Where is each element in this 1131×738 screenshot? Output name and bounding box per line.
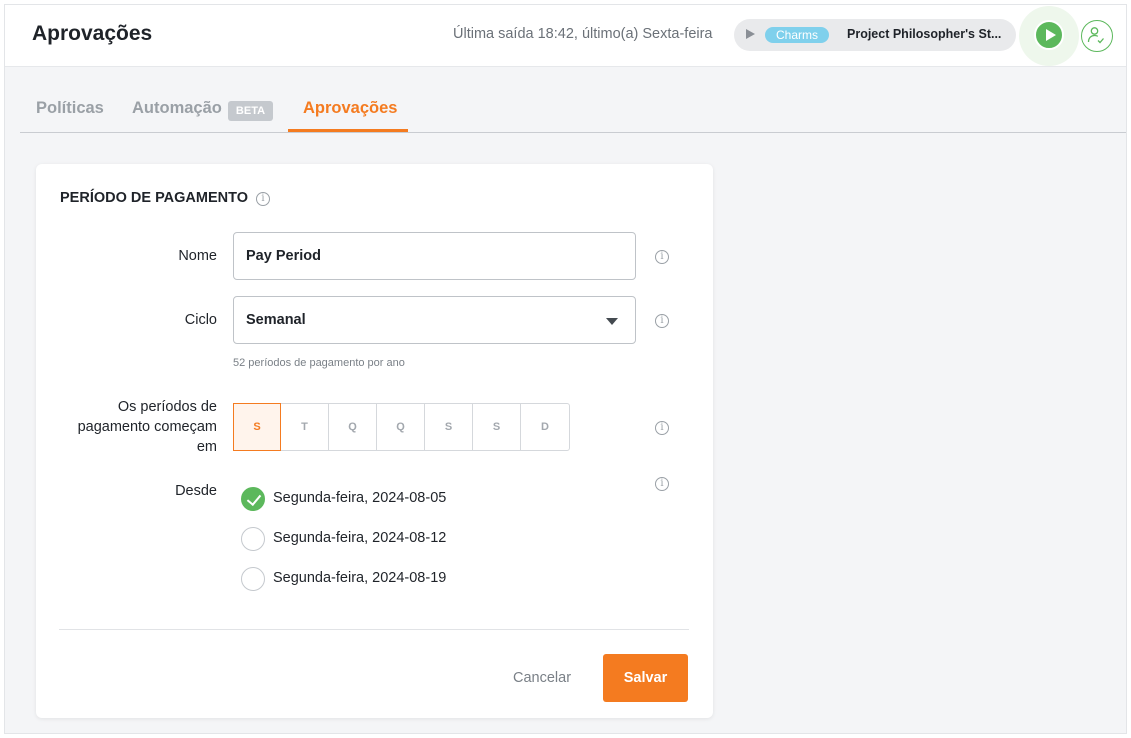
app-frame: Aprovações Última saída 18:42, último(a)… — [4, 4, 1127, 734]
save-button[interactable]: Salvar — [603, 654, 688, 702]
top-bar: Aprovações Última saída 18:42, último(a)… — [5, 5, 1126, 67]
user-check-icon-svg — [1087, 27, 1104, 44]
tab-bar: Políticas Automação BETA Aprovações — [20, 67, 1126, 133]
start-timer-button[interactable] — [1034, 20, 1064, 50]
weekday-option[interactable]: Q — [377, 404, 425, 450]
pay-period-card: PERÍODO DE PAGAMENTO i Nome Pay Period i… — [36, 164, 713, 718]
info-icon[interactable]: i — [655, 250, 669, 264]
radio-checked-icon[interactable] — [241, 487, 265, 511]
since-option-label: Segunda-feira, 2024-08-12 — [273, 530, 447, 546]
name-input[interactable]: Pay Period — [233, 232, 636, 280]
tab-politicas[interactable]: Políticas — [36, 99, 104, 118]
cycle-label: Ciclo — [184, 312, 217, 328]
weekday-option[interactable]: S — [425, 404, 473, 450]
timer-tag: Charms — [765, 27, 830, 43]
weekday-option[interactable]: S — [233, 403, 281, 451]
cycle-selected-value: Semanal — [246, 312, 306, 328]
weekday-option[interactable]: Q — [329, 404, 377, 450]
weekday-option[interactable]: T — [281, 404, 329, 450]
weekday-option[interactable]: D — [521, 404, 569, 450]
radio-unchecked-icon[interactable] — [241, 527, 265, 551]
info-icon[interactable]: i — [655, 314, 669, 328]
user-check-icon[interactable] — [1081, 20, 1113, 52]
cycle-select[interactable]: Semanal — [233, 296, 636, 344]
play-icon[interactable] — [746, 29, 755, 39]
start-day-label: Os períodos de pagamento começam em — [77, 399, 217, 455]
cancel-button[interactable]: Cancelar — [513, 670, 571, 686]
info-icon[interactable]: i — [655, 477, 669, 491]
info-icon[interactable]: i — [256, 192, 270, 206]
footer-divider — [59, 629, 689, 630]
tab-automacao[interactable]: Automação — [132, 99, 222, 118]
section-title: PERÍODO DE PAGAMENTO — [60, 190, 248, 206]
timer-project: Project Philosopher's St... — [847, 27, 1002, 41]
info-icon[interactable]: i — [655, 421, 669, 435]
active-tab-indicator — [288, 129, 408, 132]
beta-badge: BETA — [228, 101, 273, 121]
last-exit-status: Última saída 18:42, último(a) Sexta-feir… — [453, 26, 713, 42]
page-title: Aprovações — [32, 22, 153, 45]
weekday-selector: S T Q Q S S D — [233, 403, 570, 451]
radio-unchecked-icon[interactable] — [241, 567, 265, 591]
timer-widget[interactable]: Charms Project Philosopher's St... — [734, 19, 1016, 51]
name-label: Nome — [178, 248, 217, 264]
tab-aprovacoes[interactable]: Aprovações — [303, 99, 397, 118]
cycle-helper-text: 52 períodos de pagamento por ano — [233, 357, 405, 369]
since-option-label: Segunda-feira, 2024-08-19 — [273, 570, 447, 586]
weekday-option[interactable]: S — [473, 404, 521, 450]
since-label: Desde — [175, 483, 217, 499]
chevron-down-icon — [606, 318, 618, 325]
since-option-label: Segunda-feira, 2024-08-05 — [273, 490, 447, 506]
